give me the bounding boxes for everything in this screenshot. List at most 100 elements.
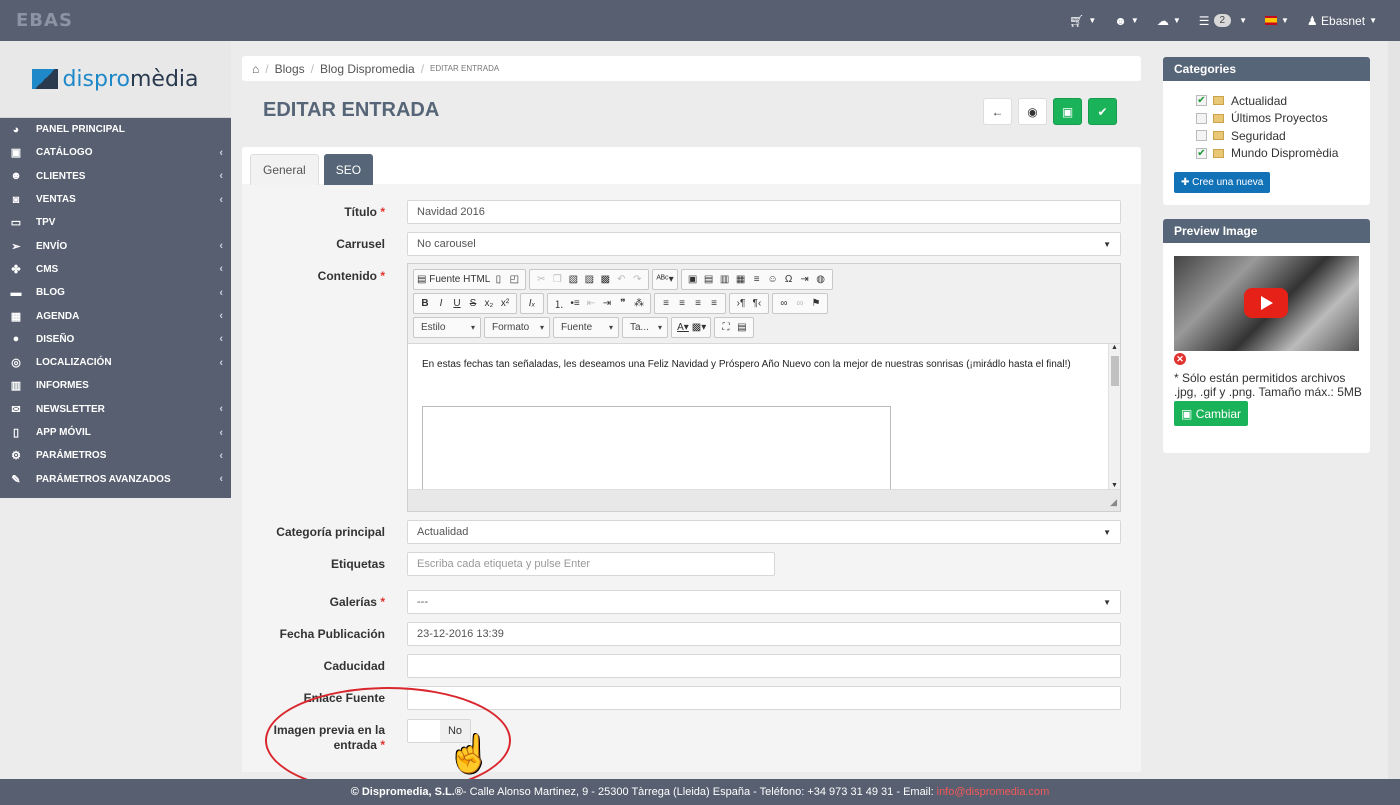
sidebar-item-10[interactable]: ◎ LOCALIZACIÓN ‹: [0, 351, 231, 374]
language-menu[interactable]: ▼: [1256, 0, 1298, 41]
preview-icon[interactable]: ◰: [506, 274, 522, 285]
underline-icon[interactable]: U: [449, 298, 465, 309]
outdent-icon[interactable]: ⇤: [583, 298, 599, 309]
blocks-icon[interactable]: ▤: [734, 322, 750, 333]
breadcrumb-blog[interactable]: Blog Dispromedia: [320, 62, 415, 76]
messages-menu[interactable]: ☁ ▼: [1148, 0, 1190, 41]
resize-handle-icon[interactable]: ◢: [1110, 497, 1117, 508]
back-button[interactable]: ←: [983, 98, 1012, 125]
change-image-button[interactable]: ▣ Cambiar: [1174, 401, 1249, 426]
category-checkbox[interactable]: ✔: [1196, 95, 1207, 107]
user-menu[interactable]: ♟ Ebasnet ▼: [1298, 0, 1386, 41]
sidebar-item-8[interactable]: ▦ AGENDA ‹: [0, 304, 231, 327]
sidebar-item-7[interactable]: ▬ BLOG ‹: [0, 281, 231, 304]
bold-icon[interactable]: B: [417, 298, 433, 309]
remove-image-icon[interactable]: ✕: [1174, 353, 1186, 365]
copy-icon[interactable]: ❐: [549, 274, 565, 285]
ebas-logo[interactable]: EBAS: [16, 10, 73, 31]
remove-format-icon[interactable]: Iₓ: [524, 298, 540, 309]
ltr-icon[interactable]: ›¶: [733, 298, 749, 309]
customers-menu[interactable]: ☻ ▼: [1105, 0, 1148, 41]
sidebar-item-15[interactable]: ✎ PARÁMETROS AVANZADOS ‹: [0, 467, 231, 490]
align-left-icon[interactable]: ≡: [658, 298, 674, 309]
sidebar-item-1[interactable]: ▣ CATÁLOGO ‹: [0, 141, 231, 164]
tab-general[interactable]: General: [250, 154, 319, 185]
blockquote-icon[interactable]: ❞: [615, 298, 631, 309]
galerias-select[interactable]: --- ▼: [407, 590, 1121, 614]
maximize-icon[interactable]: ⛶: [718, 322, 734, 333]
preview-button[interactable]: ◉: [1018, 98, 1047, 125]
unlink-icon[interactable]: ∞: [792, 298, 808, 309]
video-thumbnail[interactable]: [1174, 256, 1359, 351]
save-close-button[interactable]: ✔: [1088, 98, 1117, 125]
cut-icon[interactable]: ✂: [533, 274, 549, 285]
category-checkbox[interactable]: [1196, 130, 1207, 142]
sidebar-item-2[interactable]: ☻ CLIENTES ‹: [0, 165, 231, 188]
breadcrumb-blogs[interactable]: Blogs: [275, 62, 305, 76]
sidebar-item-3[interactable]: ◙ VENTAS ‹: [0, 188, 231, 211]
rtl-icon[interactable]: ¶‹: [749, 298, 765, 309]
page-scrollbar[interactable]: [1388, 41, 1400, 779]
editor-content[interactable]: En estas fechas tan señaladas, les desea…: [408, 343, 1120, 489]
undo-icon[interactable]: ↶: [613, 274, 629, 285]
dispromedia-logo[interactable]: dispromèdia: [0, 41, 231, 118]
fecha-input[interactable]: 23-12-2016 13:39: [407, 622, 1121, 646]
omega-icon[interactable]: Ω: [781, 274, 797, 285]
div-icon[interactable]: ⁂: [631, 298, 647, 309]
spellcheck-icon[interactable]: ᴬᴮᶜ▾: [656, 274, 673, 285]
category-checkbox[interactable]: ✔: [1196, 147, 1207, 159]
smiley-icon[interactable]: ☺: [765, 274, 781, 285]
editor-scrollbar[interactable]: ▲ ▼: [1108, 344, 1120, 489]
orders-menu[interactable]: ☰ 2 ▼: [1190, 0, 1256, 41]
sidebar-item-0[interactable]: ◕ PANEL PRINCIPAL: [0, 118, 231, 141]
footer-email-link[interactable]: info@dispromedia.com: [937, 786, 1050, 798]
paste-text-icon[interactable]: ▨: [581, 274, 597, 285]
sidebar-item-9[interactable]: ● DISEÑO ‹: [0, 328, 231, 351]
play-icon[interactable]: [1244, 288, 1288, 318]
caducidad-input[interactable]: [407, 654, 1121, 678]
category-checkbox[interactable]: [1196, 112, 1207, 124]
align-right-icon[interactable]: ≡: [690, 298, 706, 309]
new-category-button[interactable]: ✚ Cree una nueva: [1174, 172, 1271, 193]
superscript-icon[interactable]: x²: [497, 298, 513, 309]
font-dropdown[interactable]: Fuente: [553, 317, 619, 338]
iframe-icon[interactable]: ◍: [813, 274, 829, 285]
indent-icon[interactable]: ⇥: [599, 298, 615, 309]
media-icon[interactable]: ▤: [701, 274, 717, 285]
size-dropdown[interactable]: Ta...: [622, 317, 668, 338]
align-center-icon[interactable]: ≡: [674, 298, 690, 309]
hr-icon[interactable]: ≡: [749, 274, 765, 285]
image-icon[interactable]: ▣: [685, 274, 701, 285]
subscript-icon[interactable]: x₂: [481, 298, 497, 309]
sidebar-item-6[interactable]: ✤ CMS ‹: [0, 258, 231, 281]
sidebar-item-4[interactable]: ▭ TPV: [0, 211, 231, 234]
save-button[interactable]: ▣: [1053, 98, 1082, 125]
paste-word-icon[interactable]: ▩: [597, 274, 613, 285]
home-icon[interactable]: ⌂: [252, 62, 259, 76]
text-color-icon[interactable]: A▾: [675, 322, 691, 333]
tab-seo[interactable]: SEO: [323, 154, 374, 185]
format-dropdown[interactable]: Formato: [484, 317, 550, 338]
enlace-input[interactable]: [407, 686, 1121, 710]
anchor-icon[interactable]: ⚑: [808, 298, 824, 309]
sidebar-item-5[interactable]: ➢ ENVÍO ‹: [0, 234, 231, 257]
source-button[interactable]: ▤ Fuente HTML: [417, 274, 490, 285]
categoria-select[interactable]: Actualidad ▼: [407, 520, 1121, 544]
pagebreak-icon[interactable]: ⇥: [797, 274, 813, 285]
bg-color-icon[interactable]: ▩▾: [691, 322, 707, 333]
cart-menu[interactable]: 🛒︎ ▼: [1060, 0, 1105, 41]
strike-icon[interactable]: S: [465, 298, 481, 309]
sidebar-item-13[interactable]: ▯ APP MÓVIL ‹: [0, 421, 231, 444]
bullet-list-icon[interactable]: •≡: [567, 298, 583, 309]
table-icon[interactable]: ▦: [733, 274, 749, 285]
etiquetas-input[interactable]: Escriba cada etiqueta y pulse Enter: [407, 552, 775, 576]
link-icon[interactable]: ∞: [776, 298, 792, 309]
italic-icon[interactable]: I: [433, 298, 449, 309]
numbered-list-icon[interactable]: ⒈: [551, 296, 567, 311]
video-icon[interactable]: ▥: [717, 274, 733, 285]
paste-icon[interactable]: ▧: [565, 274, 581, 285]
sidebar-item-12[interactable]: ✉ NEWSLETTER ‹: [0, 398, 231, 421]
redo-icon[interactable]: ↷: [629, 274, 645, 285]
new-page-icon[interactable]: ▯: [490, 274, 506, 285]
sidebar-item-11[interactable]: ▥ INFORMES: [0, 374, 231, 397]
